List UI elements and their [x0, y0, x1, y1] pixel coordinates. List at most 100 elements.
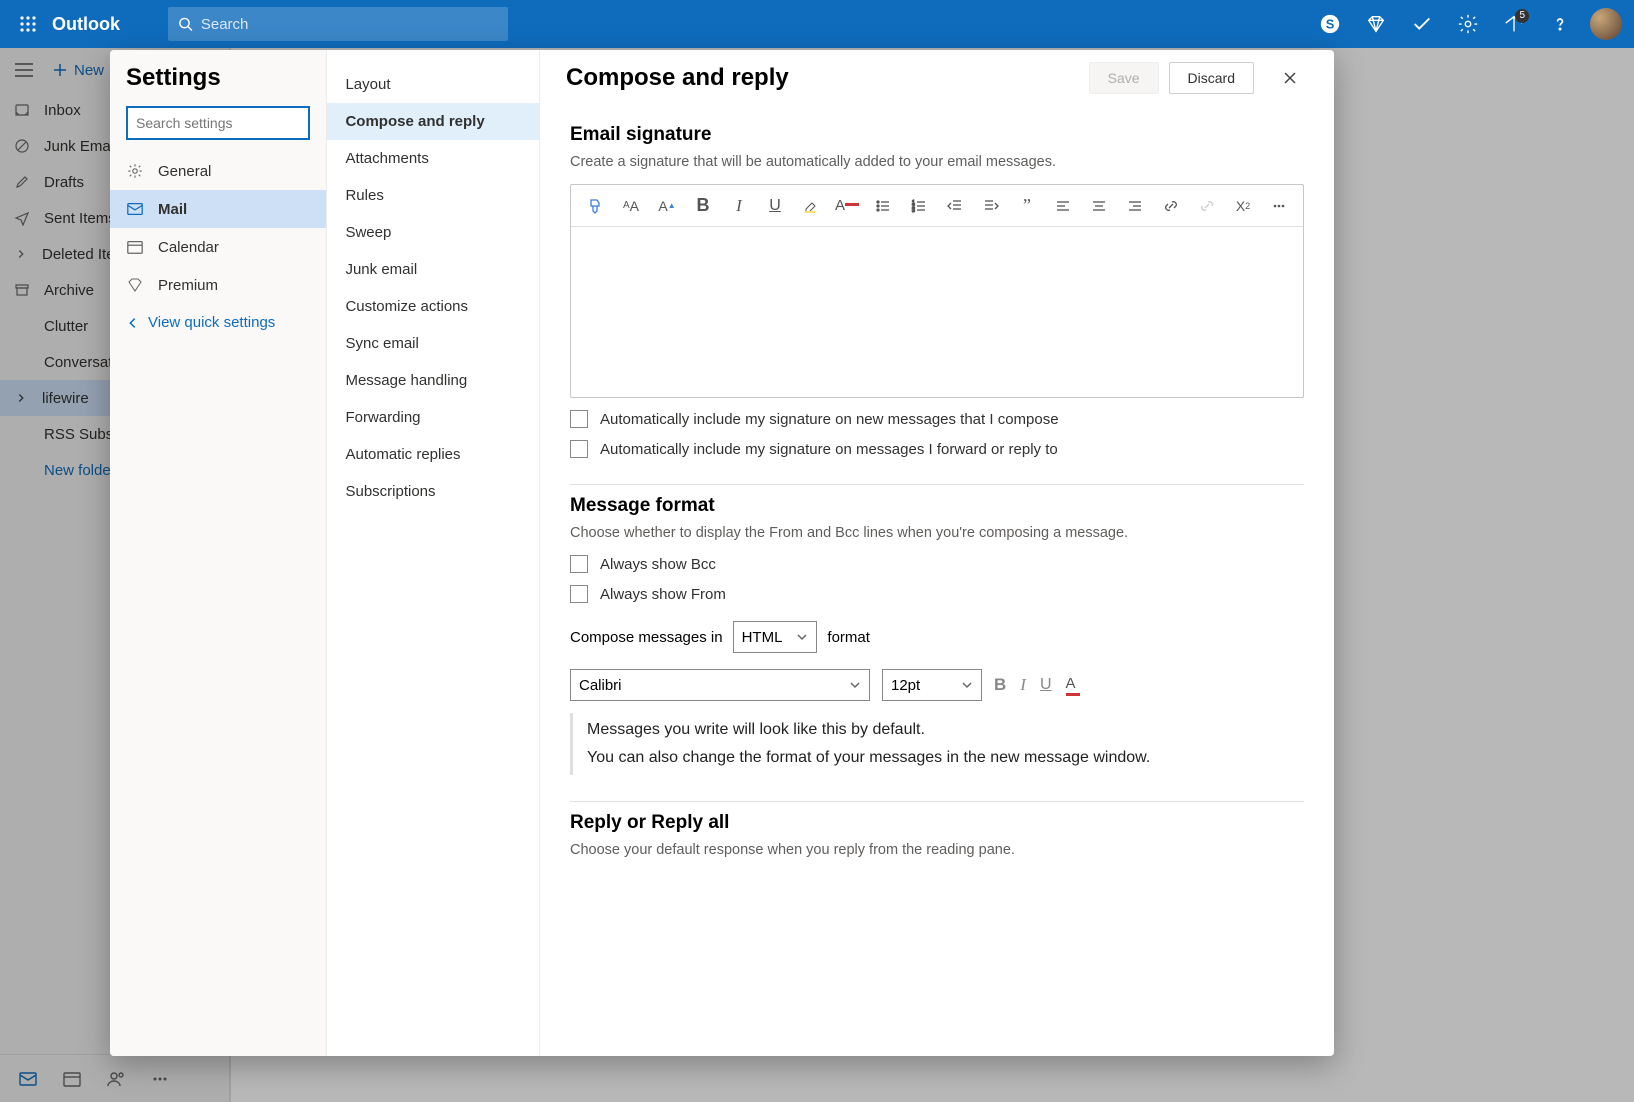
signature-section-desc: Create a signature that will be automati…	[570, 154, 1304, 170]
save-button[interactable]: Save	[1089, 62, 1159, 94]
compose-format-post: format	[827, 629, 870, 646]
reply-section-title: Reply or Reply all	[570, 812, 1304, 834]
app-header: Outlook S 5	[0, 0, 1634, 48]
compose-format-pre: Compose messages in	[570, 629, 723, 646]
chevron-down-icon	[961, 679, 973, 691]
svg-text:3: 3	[912, 208, 915, 214]
skype-icon[interactable]: S	[1310, 4, 1350, 44]
underline-icon[interactable]: U	[761, 192, 789, 220]
diamond-icon	[126, 276, 144, 294]
subnav-compose[interactable]: Compose and reply	[327, 103, 539, 140]
discard-button[interactable]: Discard	[1169, 62, 1254, 94]
subnav-customize[interactable]: Customize actions	[327, 288, 539, 325]
subnav-junk[interactable]: Junk email	[327, 251, 539, 288]
todo-check-icon[interactable]	[1402, 4, 1442, 44]
format-preview: Messages you write will look like this b…	[570, 713, 1304, 775]
align-center-icon[interactable]	[1085, 192, 1113, 220]
default-underline-icon[interactable]: U	[1040, 676, 1052, 694]
format-section-title: Message format	[570, 495, 1304, 517]
subnav-layout[interactable]: Layout	[327, 66, 539, 103]
settings-subnav: Layout Compose and reply Attachments Rul…	[327, 50, 540, 1056]
chevron-down-icon	[796, 631, 808, 643]
checkbox-show-from[interactable]	[570, 585, 588, 603]
checkbox-show-from-label: Always show From	[600, 586, 726, 603]
italic-icon[interactable]: I	[725, 192, 753, 220]
settings-search-input[interactable]	[126, 106, 310, 140]
search-box[interactable]	[168, 7, 508, 41]
link-icon[interactable]	[1157, 192, 1185, 220]
preview-line-2: You can also change the format of your m…	[587, 749, 1290, 767]
close-button[interactable]	[1272, 60, 1308, 96]
category-general[interactable]: General	[110, 152, 326, 190]
notification-badge: 5	[1515, 9, 1529, 23]
font-family-select[interactable]: Calibri	[570, 669, 870, 701]
reply-section-desc: Choose your default response when you re…	[570, 842, 1304, 858]
format-painter-icon[interactable]	[581, 192, 609, 220]
subnav-rules[interactable]: Rules	[327, 177, 539, 214]
search-input[interactable]	[201, 16, 498, 33]
checkbox-sig-reply-label: Automatically include my signature on me…	[600, 441, 1058, 458]
font-size-decrease-icon[interactable]: AA	[617, 192, 645, 220]
page-title: Compose and reply	[566, 64, 1089, 92]
subnav-subscriptions[interactable]: Subscriptions	[327, 473, 539, 510]
format-section-desc: Choose whether to display the From and B…	[570, 525, 1304, 541]
checkbox-sig-reply[interactable]	[570, 440, 588, 458]
checkbox-show-bcc-label: Always show Bcc	[600, 556, 716, 573]
view-quick-settings-link[interactable]: View quick settings	[110, 304, 326, 341]
settings-content: Compose and reply Save Discard Email sig…	[540, 50, 1334, 1056]
default-italic-icon[interactable]: I	[1020, 675, 1026, 695]
bullet-list-icon[interactable]	[869, 192, 897, 220]
calendar-icon	[126, 238, 144, 256]
close-icon	[1282, 70, 1298, 86]
settings-title: Settings	[110, 64, 326, 102]
category-calendar[interactable]: Calendar	[110, 228, 326, 266]
help-icon[interactable]	[1540, 4, 1580, 44]
notifications-icon[interactable]: 5	[1494, 4, 1534, 44]
settings-gear-icon[interactable]	[1448, 4, 1488, 44]
font-size-increase-icon[interactable]: A▲	[653, 192, 681, 220]
preview-line-1: Messages you write will look like this b…	[587, 721, 1290, 739]
chevron-down-icon	[849, 679, 861, 691]
premium-diamond-icon[interactable]	[1356, 4, 1396, 44]
align-right-icon[interactable]	[1121, 192, 1149, 220]
search-icon	[178, 16, 193, 32]
subnav-autoreply[interactable]: Automatic replies	[327, 436, 539, 473]
settings-dialog: Settings General Mail Calendar Premium V…	[110, 50, 1334, 1056]
compose-format-select[interactable]: HTML	[733, 621, 818, 653]
chevron-left-icon	[126, 316, 140, 330]
bold-icon[interactable]: B	[689, 192, 717, 220]
signature-section-title: Email signature	[570, 124, 1304, 146]
highlight-icon[interactable]	[797, 192, 825, 220]
more-formatting-icon[interactable]	[1265, 192, 1293, 220]
account-avatar[interactable]	[1586, 4, 1626, 44]
subnav-attachments[interactable]: Attachments	[327, 140, 539, 177]
superscript-icon[interactable]: X2	[1229, 192, 1257, 220]
gear-icon	[126, 162, 144, 180]
subnav-sweep[interactable]: Sweep	[327, 214, 539, 251]
number-list-icon[interactable]: 123	[905, 192, 933, 220]
svg-text:S: S	[1326, 17, 1335, 32]
quote-icon[interactable]: ”	[1013, 192, 1041, 220]
app-launcher-icon[interactable]	[8, 4, 48, 44]
category-premium[interactable]: Premium	[110, 266, 326, 304]
category-mail[interactable]: Mail	[110, 190, 326, 228]
checkbox-sig-new-label: Automatically include my signature on ne…	[600, 411, 1059, 428]
signature-editor: AA A▲ B I U A 123 ” X	[570, 184, 1304, 398]
subnav-msghandling[interactable]: Message handling	[327, 362, 539, 399]
subnav-sync[interactable]: Sync email	[327, 325, 539, 362]
font-size-select[interactable]: 12pt	[882, 669, 982, 701]
indent-icon[interactable]	[977, 192, 1005, 220]
default-font-color-icon[interactable]: A	[1066, 675, 1080, 696]
align-left-icon[interactable]	[1049, 192, 1077, 220]
unlink-icon[interactable]	[1193, 192, 1221, 220]
outdent-icon[interactable]	[941, 192, 969, 220]
checkbox-show-bcc[interactable]	[570, 555, 588, 573]
app-name: Outlook	[52, 14, 120, 35]
font-color-icon[interactable]: A	[833, 192, 861, 220]
settings-categories: Settings General Mail Calendar Premium V…	[110, 50, 327, 1056]
subnav-forwarding[interactable]: Forwarding	[327, 399, 539, 436]
checkbox-sig-new[interactable]	[570, 410, 588, 428]
signature-toolbar: AA A▲ B I U A 123 ” X	[571, 185, 1303, 227]
signature-textarea[interactable]	[571, 227, 1303, 397]
default-bold-icon[interactable]: B	[994, 675, 1006, 695]
